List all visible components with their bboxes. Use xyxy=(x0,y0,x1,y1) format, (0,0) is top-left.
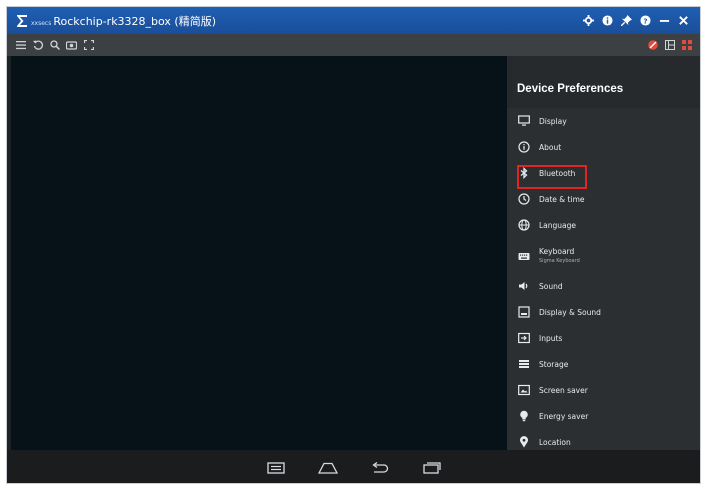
pin-icon[interactable] xyxy=(619,14,633,28)
pref-item-about[interactable]: About xyxy=(507,134,700,160)
screenshot-icon[interactable] xyxy=(66,40,77,51)
location-pin-icon xyxy=(517,435,531,449)
image-icon xyxy=(517,305,531,319)
recent-apps-icon[interactable] xyxy=(265,460,287,476)
info-icon xyxy=(517,140,531,154)
layout-icon[interactable] xyxy=(664,40,675,51)
pref-item-display[interactable]: Display xyxy=(507,108,700,134)
pref-item-date-time[interactable]: Date & time xyxy=(507,186,700,212)
pref-item-bluetooth[interactable]: Bluetooth xyxy=(507,160,700,186)
info-circle-icon[interactable] xyxy=(600,14,614,28)
pref-label: Bluetooth xyxy=(539,168,576,178)
pref-item-display-sound[interactable]: Display & Sound xyxy=(507,299,700,325)
pref-sublabel: Sigma Keyboard xyxy=(539,258,580,264)
speaker-icon xyxy=(517,279,531,293)
monitor-icon xyxy=(517,114,531,128)
no-entry-icon[interactable] xyxy=(647,40,658,51)
pref-item-sound[interactable]: Sound xyxy=(507,273,700,299)
help-icon[interactable]: ? xyxy=(638,14,652,28)
sigma-logo-icon xyxy=(14,13,30,29)
menu-icon[interactable] xyxy=(15,40,26,51)
android-screen[interactable] xyxy=(11,56,507,450)
pref-label: Keyboard xyxy=(539,247,575,256)
pref-item-screen-saver[interactable]: Screen saver xyxy=(507,377,700,403)
pref-label: Sound xyxy=(539,281,563,291)
pref-label: Screen saver xyxy=(539,385,588,395)
toolbar xyxy=(7,34,700,56)
pref-label: Display xyxy=(539,116,567,126)
grid-icon[interactable] xyxy=(681,40,692,51)
pref-item-storage[interactable]: Storage xyxy=(507,351,700,377)
lightbulb-icon xyxy=(517,409,531,423)
minimize-icon[interactable] xyxy=(657,14,671,28)
input-icon xyxy=(517,331,531,345)
overview-icon[interactable] xyxy=(421,460,443,476)
pref-label: Date & time xyxy=(539,194,585,204)
keyboard-icon xyxy=(517,249,531,263)
pref-label: Location xyxy=(539,437,571,447)
clock-icon xyxy=(517,192,531,206)
close-icon[interactable] xyxy=(676,14,690,28)
pref-item-language[interactable]: Language xyxy=(507,212,700,238)
zoom-icon[interactable] xyxy=(49,40,60,51)
rotate-icon[interactable] xyxy=(32,40,43,51)
pref-label: Inputs xyxy=(539,333,563,343)
pref-label: About xyxy=(539,142,562,152)
home-icon[interactable] xyxy=(317,460,339,476)
pref-item-keyboard[interactable]: Keyboard Sigma Keyboard xyxy=(507,238,700,273)
pref-item-inputs[interactable]: Inputs xyxy=(507,325,700,351)
back-icon[interactable] xyxy=(369,460,391,476)
pref-label: Storage xyxy=(539,359,569,369)
title-bar[interactable]: xxsecs Rockchip-rk3328_box (精简版) ? xyxy=(7,7,700,34)
pref-item-energy-saver[interactable]: Energy saver xyxy=(507,403,700,429)
settings-gear-icon[interactable] xyxy=(581,14,595,28)
panel-title: Device Preferences xyxy=(507,56,700,108)
bluetooth-icon xyxy=(517,166,531,180)
logo-subtext: xxsecs xyxy=(31,19,52,27)
storage-icon xyxy=(517,357,531,371)
pref-label: Display & Sound xyxy=(539,307,601,317)
globe-icon xyxy=(517,218,531,232)
pref-label: Energy saver xyxy=(539,411,589,421)
svg-text:?: ? xyxy=(643,16,647,25)
emulator-window: xxsecs Rockchip-rk3328_box (精简版) ? Devic… xyxy=(6,6,701,484)
screensaver-icon xyxy=(517,383,531,397)
fullscreen-icon[interactable] xyxy=(83,40,94,51)
pref-label: Language xyxy=(539,220,577,230)
android-nav-bar xyxy=(7,450,700,483)
pref-item-location[interactable]: Location xyxy=(507,429,700,450)
window-title: Rockchip-rk3328_box (精简版) xyxy=(53,14,217,28)
device-preferences-panel: Device Preferences Display About Bluetoo… xyxy=(507,56,700,450)
